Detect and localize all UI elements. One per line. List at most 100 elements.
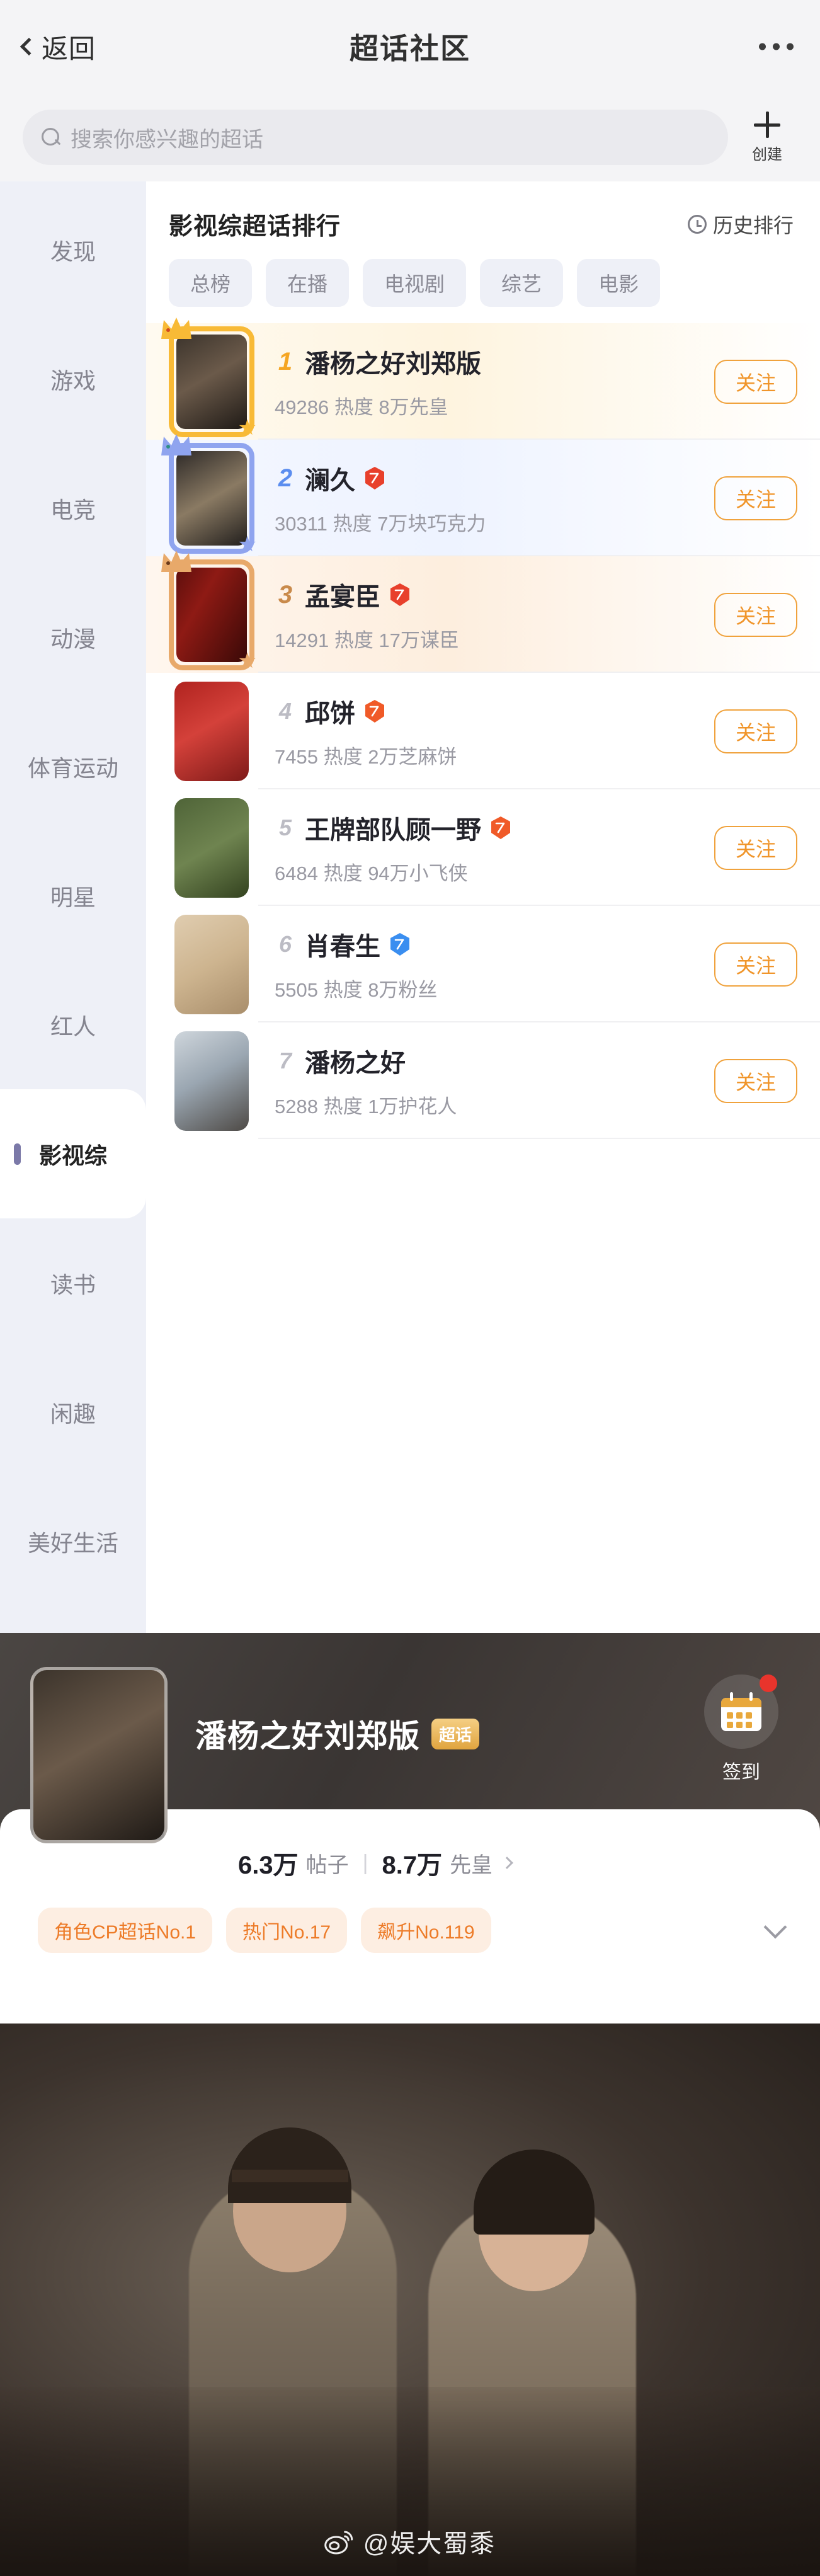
thumbnail-image [174, 798, 249, 898]
avatar[interactable] [165, 798, 258, 898]
sidebar-item-label: 美好生活 [28, 1525, 118, 1558]
sidebar-item-label: 红人 [50, 1009, 96, 1041]
tab-movie[interactable]: 电影 [577, 259, 660, 307]
table-row[interactable]: ★ 2 澜久 30311 热度 7万块巧克力 关注 [146, 440, 820, 556]
sidebar-item-label: 读书 [50, 1267, 96, 1300]
page-title: 超话社区 [0, 26, 820, 67]
notification-dot [760, 1674, 777, 1692]
status-badge[interactable]: 角色CP超话No.1 [38, 1908, 212, 1953]
tab-label: 电影 [598, 268, 639, 297]
row-title-line: 2 澜久 [275, 460, 714, 496]
sidebar-item-celebrity[interactable]: 明星 [0, 831, 146, 960]
rank-frame-blue: ★ [169, 443, 254, 554]
thumbnail-image [176, 568, 247, 662]
category-sidebar: 发现 游戏 电竞 动漫 体育运动 明星 红人 影视综 读书 闲趣 美好生活 好好… [0, 181, 146, 1633]
topic-name: 澜久 [305, 460, 355, 496]
topic-stats: 30311 热度 7万块巧克力 [275, 508, 714, 536]
top-navigation-bar: 返回 超话社区 [0, 0, 820, 93]
search-row: 搜索你感兴趣的超话 创建 [0, 93, 820, 181]
topic-stats: 7455 热度 2万芝麻饼 [275, 741, 714, 769]
sidebar-item-good-life[interactable]: 美好生活 [0, 1477, 146, 1606]
row-title-line: 1 潘杨之好刘郑版 [275, 343, 714, 380]
watermark-text: @娱大蜀黍 [363, 2523, 496, 2560]
detail-tags: 角色CP超话No.1 热门No.17 飙升No.119 [0, 1881, 820, 1953]
tab-tv-series[interactable]: 电视剧 [363, 259, 466, 307]
table-row[interactable]: 6 肖春生 5505 热度 8万粉丝 关注 [146, 906, 820, 1022]
back-button[interactable]: 返回 [23, 28, 96, 66]
sidebar-item-label: 发现 [50, 234, 96, 266]
rank-number: 6 [275, 931, 296, 958]
table-row[interactable]: 5 王牌部队顾一野 6484 热度 94万小飞侠 关注 [146, 789, 820, 906]
hero-illustration [0, 2024, 820, 2576]
signin-circle [704, 1674, 778, 1749]
table-row[interactable]: ★ 1 潘杨之好刘郑版 49286 热度 8万先皇 关注 [146, 323, 820, 440]
topic-stats: 14291 热度 17万谋臣 [275, 624, 714, 653]
detail-avatar[interactable] [30, 1667, 168, 1843]
thumbnail-image [176, 335, 247, 429]
follow-button[interactable]: 关注 [714, 593, 797, 637]
rank-number: 2 [275, 464, 296, 493]
signin-label: 签到 [722, 1756, 760, 1784]
topic-name: 邱饼 [305, 693, 355, 730]
row-title-line: 6 肖春生 [275, 926, 714, 963]
sidebar-item-leisure[interactable]: 闲趣 [0, 1348, 146, 1477]
follow-button[interactable]: 关注 [714, 826, 797, 870]
sidebar-item-influencer[interactable]: 红人 [0, 960, 146, 1089]
tab-variety[interactable]: 综艺 [480, 259, 563, 307]
avatar[interactable] [165, 1031, 258, 1131]
star-icon: ★ [238, 650, 257, 672]
star-icon: ★ [238, 534, 257, 555]
history-ranking-button[interactable]: 历史排行 [688, 210, 794, 239]
chevron-down-icon[interactable] [764, 1916, 787, 1939]
app-screen: 返回 超话社区 搜索你感兴趣的超话 创建 发现 游戏 电竞 动漫 体育运动 明星… [0, 0, 820, 2576]
sidebar-item-film-tv[interactable]: 影视综 [0, 1089, 146, 1218]
sidebar-item-games[interactable]: 游戏 [0, 314, 146, 444]
verified-red-icon [490, 816, 511, 840]
follow-button[interactable]: 关注 [714, 942, 797, 987]
row-content: 5 王牌部队顾一野 6484 热度 94万小飞侠 [258, 810, 714, 886]
fans-count: 8.7万 [382, 1845, 442, 1881]
posts-count: 6.3万 [238, 1845, 299, 1881]
table-row[interactable]: ★ 3 孟宴臣 14291 热度 17万谋臣 关注 [146, 556, 820, 673]
watermark: @娱大蜀黍 [324, 2523, 496, 2560]
tab-label: 综艺 [501, 268, 542, 297]
tab-airing[interactable]: 在播 [266, 259, 349, 307]
ranking-panel: 影视综超话排行 历史排行 总榜 在播 电视剧 综艺 电影 [146, 181, 820, 1633]
back-label: 返回 [42, 28, 96, 66]
sidebar-item-label: 明星 [50, 879, 96, 912]
sidebar-item-sports[interactable]: 体育运动 [0, 702, 146, 831]
topic-name: 肖春生 [305, 926, 380, 963]
calendar-icon [721, 1692, 761, 1731]
sidebar-item-reading[interactable]: 读书 [0, 1218, 146, 1348]
verified-red-icon [389, 583, 411, 607]
create-button[interactable]: 创建 [737, 112, 797, 164]
follow-button[interactable]: 关注 [714, 476, 797, 520]
tab-label: 在播 [287, 268, 327, 297]
topic-stats: 5288 热度 1万护花人 [275, 1091, 714, 1119]
detail-title-wrap: 潘杨之好刘郑版 超话 [195, 1711, 479, 1756]
sidebar-item-esports[interactable]: 电竞 [0, 444, 146, 573]
tab-overall[interactable]: 总榜 [169, 259, 252, 307]
table-row[interactable]: 4 邱饼 7455 热度 2万芝麻饼 关注 [146, 673, 820, 789]
content-split: 发现 游戏 电竞 动漫 体育运动 明星 红人 影视综 读书 闲趣 美好生活 好好… [0, 181, 820, 1633]
follow-button[interactable]: 关注 [714, 360, 797, 404]
avatar[interactable] [165, 915, 258, 1014]
table-row[interactable]: 7 潘杨之好 5288 热度 1万护花人 关注 [146, 1022, 820, 1139]
crown-icon [160, 433, 193, 458]
follow-button[interactable]: 关注 [714, 709, 797, 753]
status-badge[interactable]: 热门No.17 [226, 1908, 347, 1953]
sidebar-item-label: 电竞 [50, 492, 96, 525]
ranking-tabs: 总榜 在播 电视剧 综艺 电影 [146, 253, 820, 323]
search-icon [42, 128, 60, 147]
thumbnail-image [174, 915, 249, 1014]
verified-red-icon [364, 699, 385, 723]
row-content: 2 澜久 30311 热度 7万块巧克力 [258, 460, 714, 536]
status-badge[interactable]: 飙升No.119 [361, 1908, 491, 1953]
signin-button[interactable]: 签到 [700, 1674, 782, 1784]
sidebar-item-discover[interactable]: 发现 [0, 185, 146, 314]
follow-button[interactable]: 关注 [714, 1059, 797, 1103]
avatar[interactable] [165, 682, 258, 781]
sidebar-item-anime[interactable]: 动漫 [0, 573, 146, 702]
more-options-button[interactable] [759, 43, 794, 50]
search-input[interactable]: 搜索你感兴趣的超话 [23, 110, 728, 165]
